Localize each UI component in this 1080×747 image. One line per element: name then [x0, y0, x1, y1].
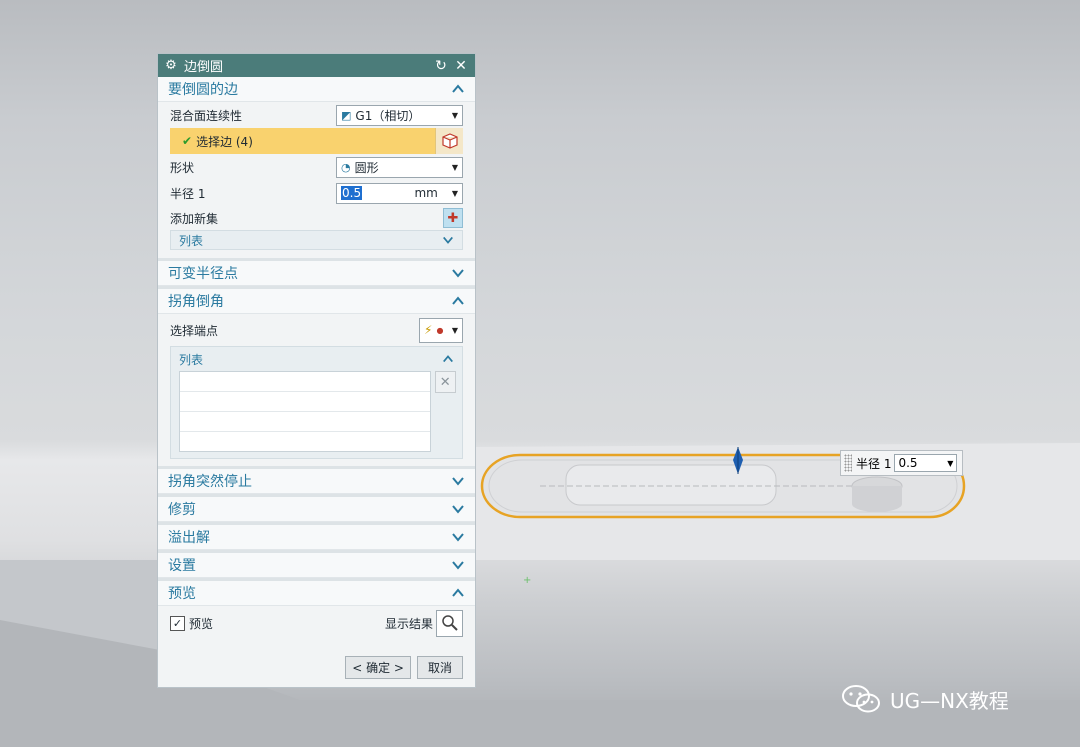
edges-list-toggle[interactable]: 列表 — [170, 230, 463, 250]
section-trim[interactable]: 修剪 — [158, 497, 475, 522]
corner-list-table[interactable] — [179, 371, 431, 452]
select-end-label: 选择端点 — [170, 323, 219, 338]
floating-radius-box: 半径 1 0.5 ▼ — [840, 450, 963, 476]
boss-bottom — [852, 496, 902, 512]
watermark-text: UG—NX教程 — [890, 688, 1009, 713]
floating-radius-label: 半径 1 — [856, 456, 892, 471]
point-icon: ⚡ ● — [424, 323, 444, 337]
corner-list-label: 列表 — [179, 352, 204, 367]
section-settings[interactable]: 设置 — [158, 553, 475, 578]
section-trim-title: 修剪 — [168, 502, 196, 518]
add-star-icon: ✚ — [447, 210, 459, 226]
chevron-down-icon — [452, 269, 464, 278]
section-variable-radius[interactable]: 可变半径点 — [158, 261, 475, 286]
show-result-button[interactable] — [436, 609, 463, 637]
cube-icon[interactable] — [435, 128, 463, 154]
list-item[interactable] — [180, 432, 430, 451]
chevron-up-icon — [452, 588, 464, 597]
edges-list-label: 列表 — [179, 233, 204, 248]
wechat-icon — [842, 685, 880, 713]
chevron-down-icon — [452, 505, 464, 514]
chevron-down-icon: ▼ — [451, 110, 458, 120]
continuity-label: 混合面连续性 — [170, 108, 243, 123]
corner-list-header[interactable]: 列表 — [171, 347, 462, 371]
select-end-button[interactable]: ⚡ ● ▼ — [419, 317, 463, 343]
chevron-down-icon — [452, 533, 464, 542]
preview-row: ✓ 预览 显示结果 — [158, 606, 475, 640]
chevron-down-icon[interactable]: ▼ — [947, 459, 953, 468]
chevron-up-icon — [452, 296, 464, 305]
close-icon[interactable]: ✕ — [453, 58, 469, 74]
floating-radius-input[interactable]: 0.5 ▼ — [894, 454, 958, 472]
section-variable-title: 可变半径点 — [168, 266, 238, 282]
section-corner-stop[interactable]: 拐角突然停止 — [158, 469, 475, 494]
edge-blend-dialog: ⚙ 边倒圆 ↻ ✕ 要倒圆的边 混合面连续性 ◩ G1（相切） ▼ ✔ 选择边 (… — [157, 53, 476, 688]
continuity-row: 混合面连续性 ◩ G1（相切） ▼ — [158, 102, 475, 128]
shape-label: 形状 — [170, 160, 195, 175]
section-settings-title: 设置 — [168, 558, 196, 574]
continuity-select[interactable]: ◩ G1（相切） ▼ — [336, 104, 463, 126]
drag-grip[interactable] — [844, 454, 852, 472]
circle-shape-icon: ◔ — [341, 160, 351, 174]
continuity-value: G1（相切） — [355, 108, 421, 123]
chevron-down-icon: ▼ — [451, 162, 458, 172]
preview-checkbox[interactable]: ✓ — [170, 615, 185, 631]
pocket — [565, 464, 777, 506]
chevron-up-icon — [443, 355, 453, 363]
reset-icon[interactable]: ↻ — [433, 58, 449, 74]
select-edge-row[interactable]: ✔ 选择边 (4) — [170, 128, 463, 154]
section-overflow-title: 溢出解 — [168, 530, 210, 546]
section-corner-stop-title: 拐角突然停止 — [168, 474, 252, 490]
add-set-button[interactable]: ✚ — [443, 208, 463, 228]
dialog-title: 边倒圆 — [184, 60, 224, 75]
corner-list: 列表 ✕ — [170, 346, 463, 459]
section-preview-title: 预览 — [168, 586, 196, 602]
delete-icon[interactable]: ✕ — [434, 371, 456, 393]
list-item[interactable] — [180, 412, 430, 432]
g1-icon: ◩ — [341, 108, 352, 122]
add-set-label: 添加新集 — [170, 211, 219, 226]
chevron-down-icon — [443, 236, 453, 244]
chevron-up-icon — [452, 84, 464, 93]
origin-mark: + — [523, 575, 531, 586]
check-icon: ✔ — [182, 134, 193, 148]
section-preview[interactable]: 预览 — [158, 581, 475, 606]
ok-button[interactable]: < 确定 > — [345, 655, 411, 679]
show-result-label: 显示结果 — [384, 616, 433, 631]
section-corner-setback[interactable]: 拐角倒角 — [158, 289, 475, 314]
select-end-row: 选择端点 ⚡ ● ▼ — [158, 314, 475, 346]
add-set-row: 添加新集 ✚ — [158, 206, 475, 230]
select-edge-label: 选择边 (4) — [196, 134, 253, 149]
radius-value: 0.5 — [341, 186, 363, 200]
chevron-down-icon: ▼ — [451, 325, 458, 335]
dialog-footer: < 确定 > 取消 — [158, 647, 475, 687]
radius-row: 半径 1 0.5 mm ▼ — [158, 180, 475, 206]
dialog-titlebar: ⚙ 边倒圆 ↻ ✕ — [158, 54, 475, 77]
radius-label: 半径 1 — [170, 186, 206, 201]
section-corner-title: 拐角倒角 — [168, 294, 224, 310]
preview-label: 预览 — [189, 616, 214, 631]
list-item[interactable] — [180, 372, 430, 392]
chevron-down-icon — [452, 477, 464, 486]
section-overflow[interactable]: 溢出解 — [158, 525, 475, 550]
chevron-down-icon: ▼ — [451, 188, 458, 198]
watermark: UG—NX教程 — [840, 682, 1009, 716]
gear-icon: ⚙ — [165, 58, 177, 73]
cancel-button[interactable]: 取消 — [416, 655, 463, 679]
section-edges-title: 要倒圆的边 — [168, 82, 238, 98]
radius-input[interactable]: 0.5 mm ▼ — [336, 182, 463, 204]
shape-value: 圆形 — [354, 160, 379, 175]
chevron-down-icon — [452, 561, 464, 570]
floating-radius-value: 0.5 — [898, 456, 918, 470]
shape-row: 形状 ◔ 圆形 ▼ — [158, 154, 475, 180]
radius-unit: mm — [414, 186, 438, 200]
magnifier-icon — [441, 615, 458, 631]
shape-select[interactable]: ◔ 圆形 ▼ — [336, 156, 463, 178]
section-edges[interactable]: 要倒圆的边 — [158, 77, 475, 102]
list-item[interactable] — [180, 392, 430, 412]
